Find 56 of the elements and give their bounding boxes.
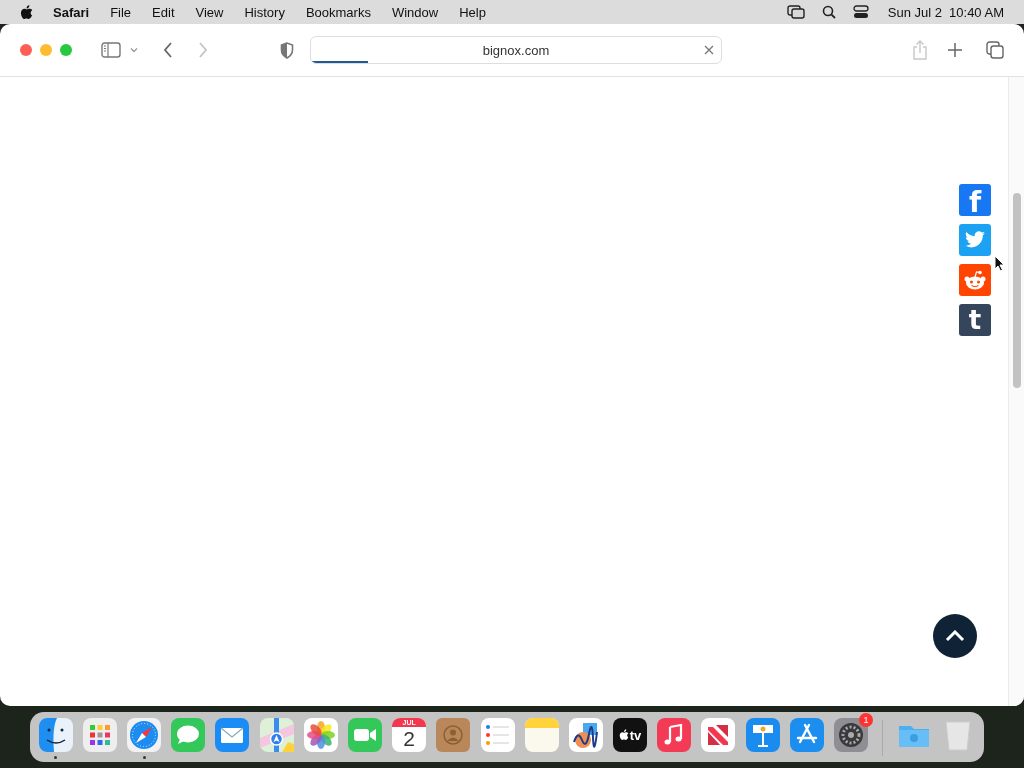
back-to-top-button[interactable] — [933, 614, 977, 658]
apple-logo-icon — [618, 729, 629, 741]
url-text: bignox.com — [482, 42, 550, 58]
stop-loading-icon[interactable] — [704, 45, 714, 55]
facebook-share-button[interactable]: f — [959, 184, 991, 216]
notification-badge: 1 — [859, 713, 874, 727]
freeform-app-icon[interactable] — [568, 718, 603, 752]
menu-bar-date[interactable]: Sun Jul 2 — [887, 4, 943, 20]
music-app-icon[interactable] — [657, 718, 692, 752]
photos-app-icon[interactable] — [303, 718, 338, 752]
menu-item[interactable]: View — [195, 4, 224, 20]
menu-item[interactable]: Window — [391, 4, 439, 20]
new-tab-icon[interactable] — [948, 43, 962, 57]
menu-item[interactable]: Help — [459, 4, 486, 20]
bird-icon — [964, 231, 986, 249]
control-center-icon[interactable] — [852, 5, 869, 19]
menu-bar-time[interactable]: 10:40 AM — [949, 4, 1004, 20]
apple-logo-icon[interactable] — [20, 4, 33, 20]
contacts-app-icon[interactable] — [436, 718, 471, 752]
search-icon[interactable] — [821, 5, 836, 19]
zoom-button[interactable] — [60, 44, 72, 56]
news-app-icon[interactable] — [701, 718, 736, 752]
sidebar-icon[interactable] — [101, 42, 121, 58]
mail-app-icon[interactable] — [215, 718, 250, 752]
keynote-app-icon[interactable] — [745, 718, 780, 752]
calendar-day: 2 — [403, 727, 415, 751]
tv-label: tv — [629, 727, 642, 743]
shield-icon[interactable] — [280, 41, 294, 59]
menu-item[interactable]: File — [110, 4, 132, 20]
menu-item[interactable]: Edit — [152, 4, 175, 20]
tumblr-share-button[interactable]: t — [959, 304, 991, 336]
tab-overview-icon[interactable] — [986, 41, 1004, 59]
chevron-up-icon — [945, 630, 965, 642]
appstore-app-icon[interactable] — [789, 718, 824, 752]
reminders-app-icon[interactable] — [480, 718, 515, 752]
menu-item[interactable]: Bookmarks — [305, 4, 371, 20]
mouse-pointer-icon — [994, 255, 1005, 272]
close-button[interactable] — [20, 44, 32, 56]
safari-app-icon[interactable] — [127, 718, 161, 752]
back-icon[interactable] — [163, 42, 173, 58]
windows-icon[interactable] — [786, 5, 805, 19]
twitter-share-button[interactable] — [959, 224, 991, 256]
address-bar[interactable]: bignox.com — [310, 36, 722, 64]
scrollbar-thumb[interactable] — [1013, 193, 1021, 388]
app-menu[interactable]: Safari — [53, 4, 90, 20]
messages-app-icon[interactable] — [171, 718, 206, 752]
launchpad-app-icon[interactable] — [82, 718, 117, 752]
reddit-share-button[interactable] — [959, 264, 991, 296]
chevron-down-icon[interactable] — [130, 47, 138, 53]
settings-app-icon[interactable] — [834, 718, 868, 752]
facetime-app-icon[interactable] — [347, 718, 382, 752]
finder-app-icon[interactable] — [38, 718, 73, 752]
alien-icon — [963, 270, 987, 290]
maps-app-icon[interactable] — [259, 718, 294, 752]
menu-item[interactable]: History — [244, 4, 285, 20]
tv-app-icon[interactable]: tv — [613, 718, 648, 752]
